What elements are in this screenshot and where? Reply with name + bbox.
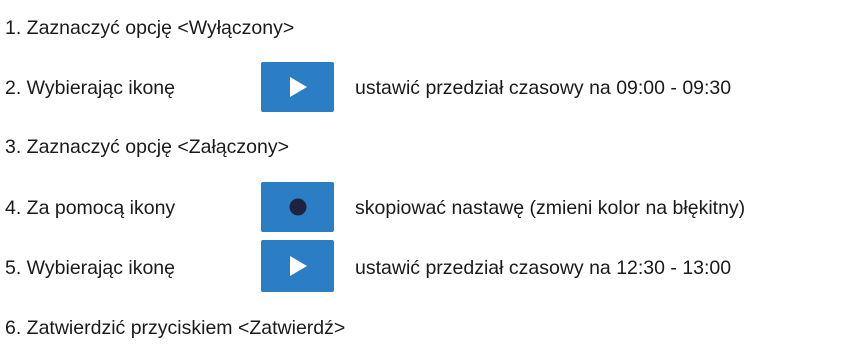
step-4-text: 4. Za pomocą ikony [5,197,176,219]
step-6-text: 6. Zatwierdzić przyciskiem <Zatwierdź> [5,317,346,339]
copy-button[interactable] [261,182,334,232]
play-button[interactable] [261,62,334,112]
step-2-text: 2. Wybierając ikonę [5,77,175,99]
step-2-tail: ustawić przedział czasowy na 09:00 - 09:… [355,77,732,99]
dot-icon [289,198,306,216]
play-triangle-icon [289,77,307,97]
step-5-text: 5. Wybierając ikonę [5,257,175,279]
step-5-tail: ustawić przedział czasowy na 12:30 - 13:… [355,257,732,279]
step-4-tail: skopiować nastawę (zmieni kolor na błęki… [355,197,746,219]
play-button-2[interactable] [261,240,334,292]
step-1-text: 1. Zaznaczyć opcję <Wyłączony> [5,17,295,39]
play-triangle-icon [289,256,307,276]
step-3-text: 3. Zaznaczyć opcję <Załączony> [5,136,289,158]
